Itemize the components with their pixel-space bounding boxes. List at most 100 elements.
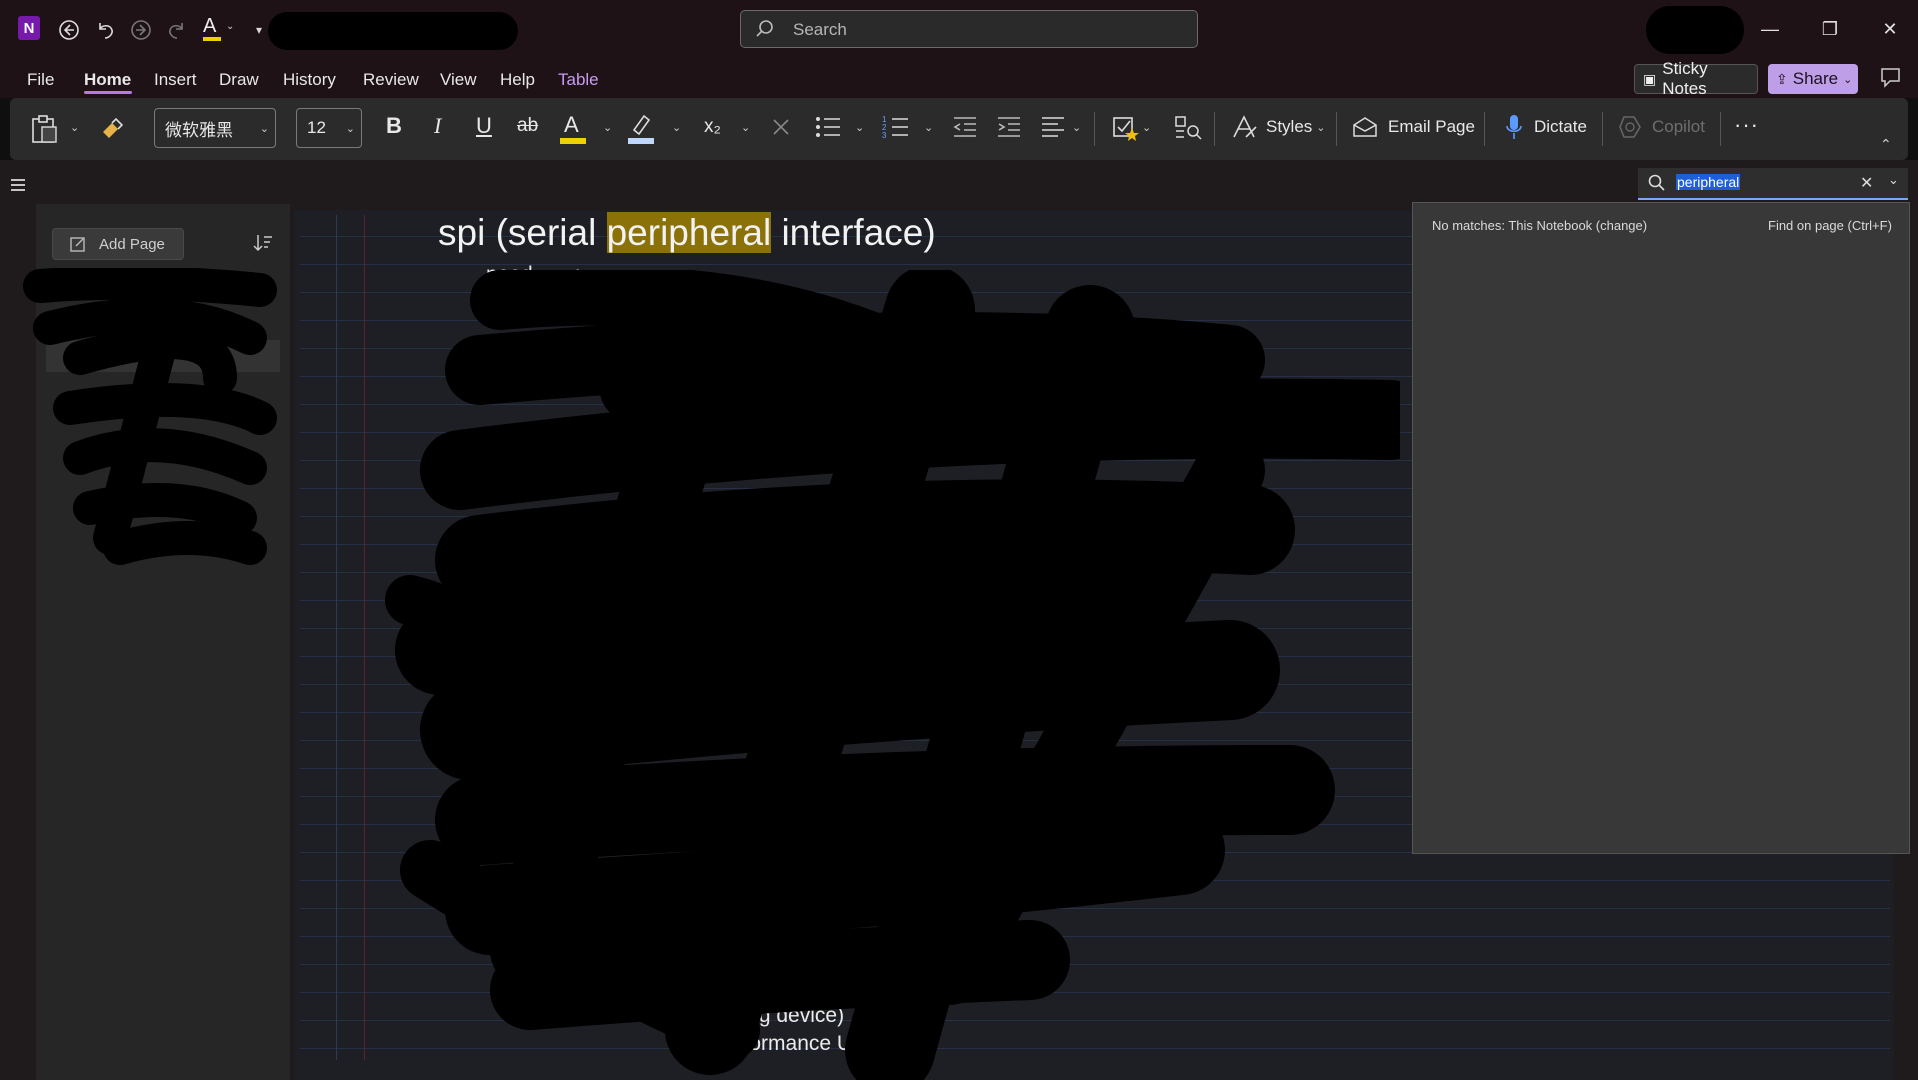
numbering-icon[interactable]: 123 <box>882 114 910 140</box>
onenote-app-icon: N <box>18 16 40 40</box>
back-icon[interactable] <box>56 17 82 43</box>
ribbon-separator <box>1602 112 1603 146</box>
add-page-icon <box>69 235 87 253</box>
add-page-label: Add Page <box>99 235 165 253</box>
share-label: Share <box>1792 69 1839 88</box>
menu-draw[interactable]: Draw <box>219 70 259 90</box>
subscript-button[interactable]: x₂ <box>704 116 721 138</box>
collapse-ribbon-icon[interactable]: ⌃ <box>1880 136 1892 153</box>
highlight-button[interactable] <box>628 110 658 146</box>
find-input-box[interactable]: peripheral ✕ ⌄ <box>1638 168 1908 200</box>
numbering-dropdown-icon[interactable]: ⌄ <box>924 121 933 134</box>
restore-icon[interactable]: ❐ <box>1810 14 1850 44</box>
chevron-down-icon[interactable]: ⌄ <box>1888 172 1899 188</box>
menu-view[interactable]: View <box>440 70 477 90</box>
share-button[interactable]: ⇪ Share ⌄ <box>1768 64 1858 94</box>
page-title[interactable]: spi (serial peripheral interface) <box>438 212 936 254</box>
feedback-icon[interactable] <box>1876 64 1906 94</box>
format-painter-icon[interactable] <box>98 114 126 142</box>
ribbon-separator <box>1094 112 1095 146</box>
font-name-select[interactable]: 微软雅黑 ⌄ <box>154 108 276 148</box>
font-color-bar <box>560 138 586 144</box>
highlight-dropdown-icon[interactable]: ⌄ <box>672 121 681 134</box>
paste-dropdown-icon[interactable]: ⌄ <box>70 121 79 134</box>
underline-button[interactable]: U <box>476 113 492 139</box>
font-size-value: 12 <box>307 118 326 137</box>
menu-history[interactable]: History <box>283 70 336 90</box>
redo-icon[interactable] <box>164 17 190 43</box>
redacted-page-list <box>23 268 277 565</box>
find-tags-icon[interactable] <box>1174 114 1202 142</box>
tag-icon[interactable] <box>1112 114 1140 142</box>
copilot-icon <box>1619 116 1641 138</box>
ribbon-separator <box>1720 112 1721 146</box>
no-matches-message[interactable]: No matches: This Notebook (change) <box>1432 218 1647 233</box>
chevron-down-icon: ⌄ <box>1316 121 1326 134</box>
search-icon <box>755 19 775 39</box>
decrease-indent-icon[interactable] <box>952 114 978 140</box>
close-icon[interactable]: ✕ <box>1870 14 1910 44</box>
bullets-dropdown-icon[interactable]: ⌄ <box>855 121 864 134</box>
styles-button[interactable]: Styles ⌄ <box>1230 113 1326 141</box>
find-on-page-link[interactable]: Find on page (Ctrl+F) <box>1768 218 1892 233</box>
menu-review[interactable]: Review <box>363 70 419 90</box>
clear-formatting-icon[interactable] <box>770 116 792 138</box>
redacted-avatar <box>1646 6 1744 54</box>
align-dropdown-icon[interactable]: ⌄ <box>1072 121 1081 134</box>
chevron-down-icon: ⌄ <box>259 123 269 135</box>
redacted-title <box>268 12 518 50</box>
clear-search-icon[interactable]: ✕ <box>1860 173 1873 193</box>
highlighter-icon <box>632 114 651 136</box>
title-part-2: interface) <box>771 212 936 253</box>
find-results-panel <box>1412 202 1910 854</box>
font-name-value: 微软雅黑 <box>165 120 233 140</box>
ribbon-separator <box>1214 112 1215 146</box>
more-options-icon[interactable]: ··· <box>1734 112 1759 138</box>
highlight-color-bar <box>628 138 654 144</box>
title-part-1: spi (serial <box>438 212 607 253</box>
bold-button[interactable]: B <box>386 113 402 139</box>
dictate-button[interactable]: Dictate <box>1504 113 1587 141</box>
align-icon[interactable] <box>1040 114 1066 140</box>
ribbon-separator <box>1484 112 1485 146</box>
styles-icon <box>1233 115 1257 138</box>
ribbon-separator <box>1336 112 1337 146</box>
bullets-icon[interactable] <box>814 114 842 140</box>
dictate-label: Dictate <box>1534 117 1587 136</box>
italic-button[interactable]: I <box>434 113 441 139</box>
font-color-dropdown-icon[interactable]: ⌄ <box>603 121 612 134</box>
copilot-button[interactable]: Copilot <box>1616 113 1705 141</box>
navigation-toggle-icon[interactable] <box>8 176 28 194</box>
search-icon <box>1648 174 1666 192</box>
menu-home[interactable]: Home <box>84 70 131 90</box>
email-icon <box>1353 117 1377 137</box>
menu-help[interactable]: Help <box>500 70 535 90</box>
find-query[interactable]: peripheral <box>1676 174 1741 190</box>
increase-indent-icon[interactable] <box>996 114 1022 140</box>
add-page-button[interactable]: Add Page <box>52 228 184 260</box>
active-tab-indicator <box>84 91 132 94</box>
sticky-note-icon: ▣ <box>1643 70 1657 87</box>
strikethrough-button[interactable]: ab <box>517 115 538 137</box>
share-icon: ⇪ <box>1776 70 1788 87</box>
menu-table[interactable]: Table <box>558 70 599 90</box>
font-color-button[interactable]: A <box>560 110 590 146</box>
search-box[interactable] <box>740 10 1198 48</box>
styles-label: Styles <box>1266 117 1313 136</box>
sort-pages-icon[interactable] <box>252 232 274 254</box>
minimize-icon[interactable]: — <box>1750 14 1790 44</box>
subscript-dropdown-icon[interactable]: ⌄ <box>741 121 750 134</box>
font-color-icon[interactable]: A ⌄ <box>200 15 234 43</box>
menu-file[interactable]: File <box>27 70 54 90</box>
microphone-icon <box>1506 115 1522 139</box>
font-size-select[interactable]: 12 ⌄ <box>296 108 362 148</box>
svg-text:3: 3 <box>882 131 887 140</box>
email-page-button[interactable]: Email Page <box>1352 115 1475 139</box>
search-input[interactable] <box>791 17 1175 43</box>
paste-icon[interactable] <box>30 114 58 144</box>
undo-icon[interactable] <box>92 17 118 43</box>
tag-dropdown-icon[interactable]: ⌄ <box>1142 121 1151 134</box>
menu-insert[interactable]: Insert <box>154 70 197 90</box>
forward-icon[interactable] <box>128 17 154 43</box>
sticky-notes-button[interactable]: ▣ Sticky Notes <box>1634 59 1758 98</box>
